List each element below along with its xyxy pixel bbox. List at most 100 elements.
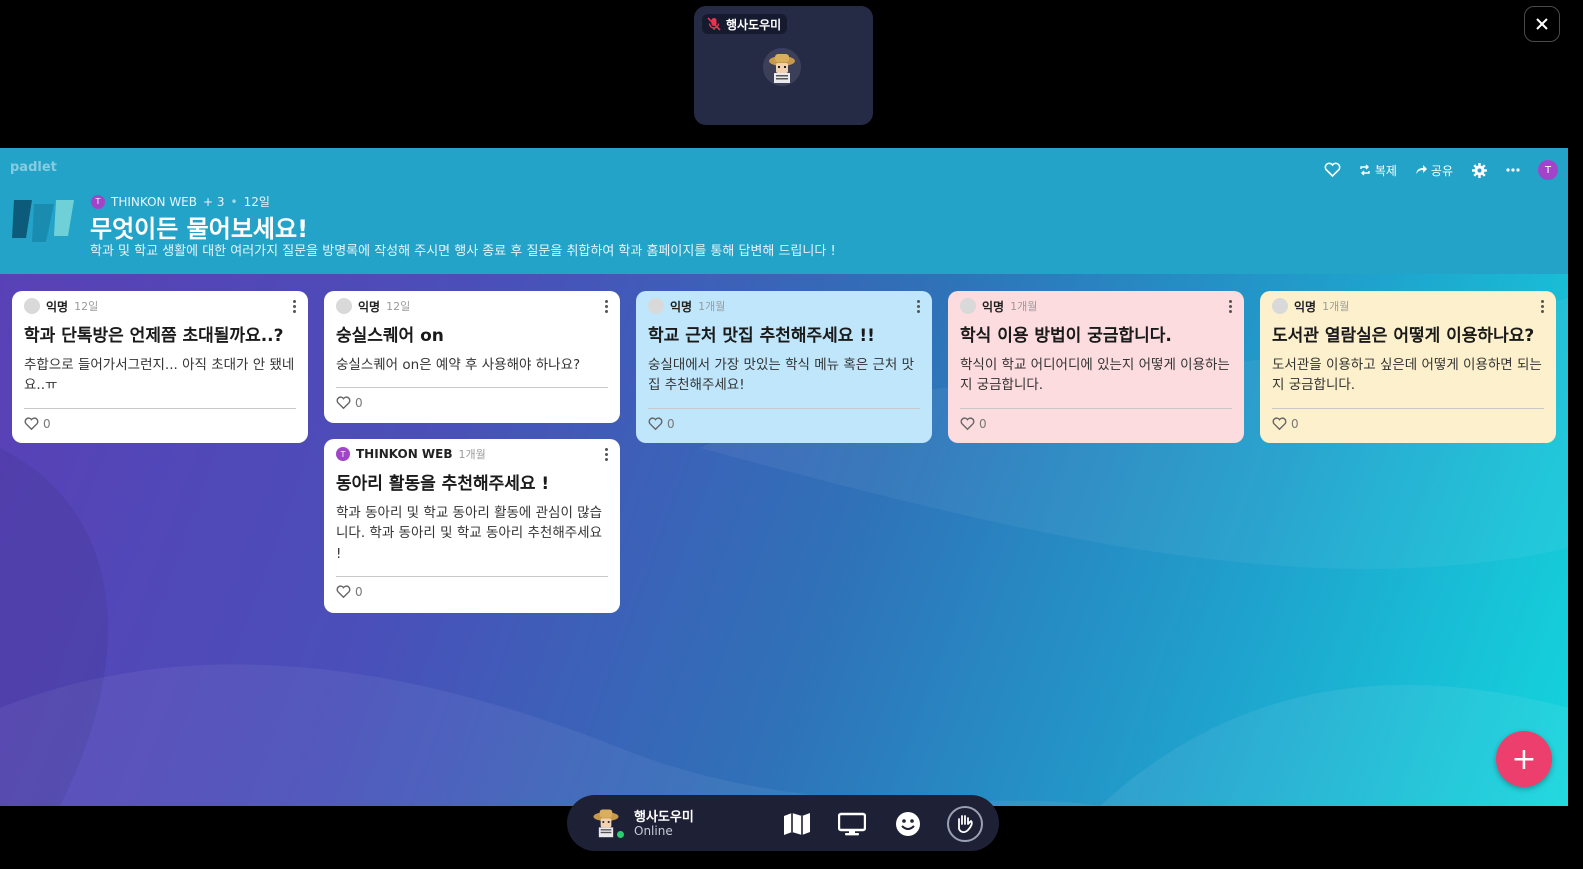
character-avatar-icon — [763, 48, 801, 86]
heart-icon — [1324, 162, 1341, 178]
map-icon — [784, 813, 810, 835]
heart-icon — [1272, 417, 1287, 430]
contributors-count[interactable]: + 3 — [203, 195, 225, 209]
app-root: 행사도우미 padlet T THINKON WEB + 3 • 12일 무엇이… — [0, 0, 1583, 869]
post-time: 1개월 — [1010, 300, 1038, 313]
bottom-dock: 행사도우미 Online — [567, 795, 999, 851]
post-author: 익명 — [46, 299, 69, 314]
settings-button[interactable] — [1471, 162, 1488, 179]
screen-share-icon — [838, 812, 866, 836]
mic-muted-icon — [707, 17, 721, 31]
post-menu-icon[interactable] — [292, 299, 296, 313]
share-label: 공유 — [1430, 163, 1453, 178]
screen-share-button[interactable] — [837, 809, 867, 839]
post-like-button[interactable]: 0 — [24, 417, 296, 431]
post-title: 숭실스퀘어 on — [336, 326, 444, 346]
post-like-button[interactable]: 0 — [336, 585, 608, 599]
author-avatar: T — [336, 447, 350, 461]
remake-label: 복제 — [1374, 163, 1397, 178]
emoji-icon — [896, 812, 920, 836]
divider — [336, 387, 608, 389]
anonymous-avatar-icon — [648, 298, 664, 314]
header-actions: 복제 공유 T — [1324, 160, 1558, 180]
add-post-button[interactable]: + — [1496, 731, 1552, 787]
divider — [336, 575, 608, 577]
post-title: 학식 이용 방법이 궁금합니다. — [960, 326, 1172, 346]
post-card[interactable]: T THINKON WEB 1개월 동아리 활동을 추천해주세요 ! 학과 동아… — [324, 439, 620, 613]
post-menu-icon[interactable] — [916, 299, 920, 313]
post-title: 도서관 열람실은 어떻게 이용하나요? — [1272, 326, 1535, 346]
emoji-button[interactable] — [893, 809, 923, 839]
post-body: 도서관을 이용하고 싶은데 어떻게 이용하면 되는지 궁금합니다. — [1272, 357, 1542, 394]
post-like-button[interactable]: 0 — [1272, 417, 1544, 431]
board-author[interactable]: THINKON WEB — [111, 195, 197, 209]
post-menu-icon[interactable] — [1228, 299, 1232, 313]
post-body: 추합으로 들어가서그런지... 아직 초대가 안 됐네요..ㅠ — [24, 357, 295, 394]
post-author: 익명 — [1294, 299, 1317, 314]
post-header: 익명 12일 — [336, 298, 608, 314]
post-author: 익명 — [670, 299, 693, 314]
author-avatar: T — [91, 194, 105, 209]
more-icon — [1506, 168, 1520, 172]
divider — [1272, 407, 1544, 409]
heart-icon — [336, 585, 351, 599]
like-count: 0 — [355, 584, 363, 599]
user-avatar[interactable]: T — [1538, 160, 1558, 180]
heart-icon — [960, 417, 975, 430]
like-count: 0 — [43, 416, 51, 431]
post-menu-icon[interactable] — [604, 447, 608, 461]
post-like-button[interactable]: 0 — [960, 417, 1232, 431]
post-title: 동아리 활동을 추천해주세요 ! — [336, 474, 550, 494]
post-body: 학과 동아리 및 학교 동아리 활동에 관심이 많습니다. 학과 동아리 및 학… — [336, 505, 603, 562]
board-logo-icon — [12, 200, 74, 242]
repeat-icon — [1360, 164, 1370, 176]
anonymous-avatar-icon — [336, 298, 352, 314]
post-card[interactable]: 익명 1개월 학식 이용 방법이 궁금합니다. 학식이 학교 어디어디에 있는지… — [948, 291, 1244, 443]
video-name: 행사도우미 — [726, 17, 782, 32]
post-card[interactable]: 익명 1개월 학교 근처 맛집 추천해주세요 !! 숭실대에서 가장 맛있는 학… — [636, 291, 932, 443]
remake-button[interactable]: 복제 — [1359, 162, 1397, 179]
post-like-button[interactable]: 0 — [336, 396, 608, 410]
post-menu-icon[interactable] — [604, 299, 608, 313]
online-status-dot — [616, 830, 625, 839]
post-header: 익명 12일 — [24, 298, 296, 314]
heart-icon — [24, 417, 39, 430]
post-menu-icon[interactable] — [1540, 299, 1544, 313]
separator-dot: • — [230, 194, 238, 209]
post-card[interactable]: 익명 12일 학과 단톡방은 언제쯤 초대될까요..? 추합으로 들어가서그런지… — [12, 291, 308, 443]
gear-icon — [1472, 162, 1487, 178]
wave-hand-icon — [958, 815, 973, 834]
more-button[interactable] — [1506, 168, 1520, 172]
like-count: 0 — [1291, 416, 1299, 431]
post-time: 1개월 — [458, 448, 486, 461]
like-count: 0 — [355, 396, 363, 411]
anonymous-avatar-icon — [24, 298, 40, 314]
close-button[interactable] — [1524, 6, 1560, 42]
post-card[interactable]: 익명 12일 숭실스퀘어 on 숭실스퀘어 on은 예약 후 사용해야 하나요?… — [324, 291, 620, 423]
post-header: 익명 1개월 — [960, 298, 1232, 314]
share-arrow-icon — [1415, 165, 1427, 174]
avatar[interactable] — [589, 805, 625, 839]
wave-button[interactable] — [947, 806, 983, 842]
like-board-button[interactable] — [1324, 162, 1341, 178]
video-name-badge: 행사도우미 — [702, 14, 788, 34]
post-body: 숭실대에서 가장 맛있는 학식 메뉴 혹은 근처 맛집 추천해주세요! — [648, 357, 915, 394]
board-description: 학과 및 학교 생활에 대한 여러가지 질문을 방명록에 작성해 주시면 행사 … — [90, 244, 836, 259]
post-author: THINKON WEB — [356, 447, 453, 461]
post-card[interactable]: 익명 1개월 도서관 열람실은 어떻게 이용하나요? 도서관을 이용하고 싶은데… — [1260, 291, 1556, 443]
divider — [960, 407, 1232, 409]
board-meta: T THINKON WEB + 3 • 12일 — [91, 193, 270, 210]
video-tile[interactable]: 행사도우미 — [694, 6, 873, 125]
post-header: 익명 1개월 — [648, 298, 920, 314]
dock-user-name: 행사도우미 — [634, 810, 694, 825]
post-like-button[interactable]: 0 — [648, 417, 920, 431]
padlet-brand[interactable]: padlet — [10, 160, 57, 175]
padlet-header: padlet T THINKON WEB + 3 • 12일 무엇이든 물어보세… — [0, 148, 1568, 274]
share-button[interactable]: 공유 — [1415, 162, 1453, 179]
map-button[interactable] — [782, 809, 812, 839]
anonymous-avatar-icon — [1272, 298, 1288, 314]
post-time: 1개월 — [1322, 300, 1350, 313]
post-header: 익명 1개월 — [1272, 298, 1544, 314]
post-header: T THINKON WEB 1개월 — [336, 447, 608, 461]
heart-icon — [648, 417, 663, 430]
